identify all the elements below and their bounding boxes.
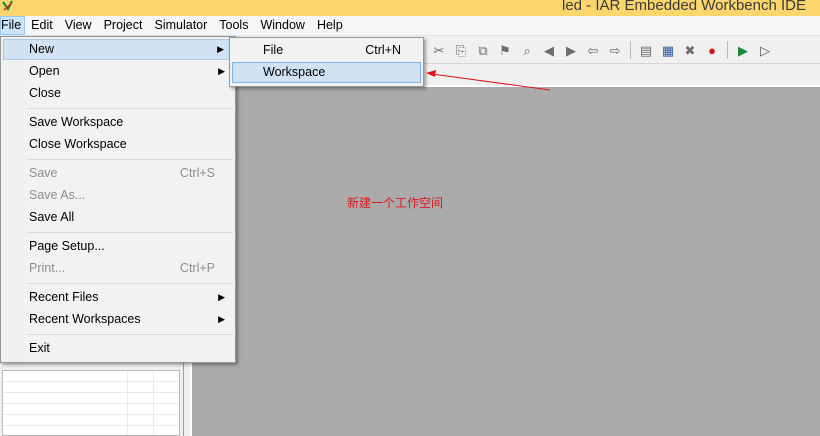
menu-item-label: New (29, 42, 55, 56)
file-menu-save[interactable]: Save Ctrl+S (3, 163, 233, 184)
app-icon (2, 0, 13, 12)
menu-item-label: Exit (29, 341, 50, 355)
menu-help[interactable]: Help (311, 16, 349, 35)
menu-separator (27, 159, 233, 160)
download-debug-icon[interactable]: ▶ (734, 41, 752, 59)
file-menu-close-workspace[interactable]: Close Workspace (3, 134, 233, 155)
menu-separator (27, 108, 233, 109)
file-menu-close[interactable]: Close (3, 83, 233, 104)
annotation-arrow (426, 70, 551, 91)
new-submenu-workspace[interactable]: Workspace (232, 62, 421, 83)
bookmark-icon[interactable]: ⚑ (496, 41, 514, 59)
new-submenu-file[interactable]: File Ctrl+N (232, 40, 421, 61)
file-menu-page-setup[interactable]: Page Setup... (3, 236, 233, 257)
menu-item-label: Close Workspace (29, 137, 127, 151)
menu-item-label: Save Workspace (29, 115, 124, 129)
next-bookmark-icon[interactable]: ▶ (562, 41, 580, 59)
go-forward-icon[interactable]: ⇨ (606, 41, 624, 59)
window-title: led - IAR Embedded Workbench IDE (561, 0, 806, 14)
toggle-breakpoint-icon[interactable]: ● (703, 41, 721, 59)
menu-window[interactable]: Window (254, 16, 310, 35)
menu-item-shortcut: Ctrl+N (365, 43, 401, 57)
menu-tools[interactable]: Tools (213, 16, 254, 35)
menu-separator (27, 334, 233, 335)
stop-build-icon[interactable]: ✖ (681, 41, 699, 59)
editor-area[interactable] (190, 85, 820, 436)
submenu-arrow-icon: ▶ (218, 66, 225, 76)
menu-separator (27, 283, 233, 284)
file-menu-print[interactable]: Print... Ctrl+P (3, 258, 233, 279)
title-bar: led - IAR Embedded Workbench IDE (0, 0, 820, 16)
debug-icon[interactable]: ▷ (756, 41, 774, 59)
submenu-arrow-icon: ▶ (218, 314, 225, 324)
find-icon[interactable]: ⌕ (518, 41, 536, 59)
paste-icon[interactable]: ⧉ (474, 41, 492, 59)
cut-icon[interactable]: ✂ (430, 41, 448, 59)
menu-file[interactable]: File (0, 16, 26, 35)
menu-separator (27, 232, 233, 233)
annotation-note: 新建一个工作空间 (347, 196, 444, 210)
submenu-arrow-icon: ▶ (217, 44, 224, 54)
toolbar-separator (630, 41, 631, 59)
menu-item-label: Close (29, 86, 61, 100)
menu-view[interactable]: View (59, 16, 98, 35)
menu-item-label: Recent Workspaces (29, 312, 141, 326)
file-menu: New ▶ Open ▶ Close Save Workspace Close … (0, 36, 236, 363)
menu-item-label: Open (29, 64, 60, 78)
file-menu-save-workspace[interactable]: Save Workspace (3, 112, 233, 133)
toolbar-separator (727, 41, 728, 59)
menu-item-label: Save All (29, 210, 75, 224)
prev-bookmark-icon[interactable]: ◀ (540, 41, 558, 59)
menu-item-label: Page Setup... (29, 239, 105, 253)
menu-simulator[interactable]: Simulator (148, 16, 213, 35)
compile-icon[interactable]: ▤ (637, 41, 655, 59)
menu-item-label: Workspace (263, 65, 326, 79)
file-menu-save-all[interactable]: Save All (3, 207, 233, 228)
new-submenu: File Ctrl+N Workspace (229, 37, 424, 87)
make-icon[interactable]: ▦ (659, 41, 677, 59)
menu-item-label: Print... (29, 261, 66, 275)
menu-project[interactable]: Project (98, 16, 149, 35)
file-menu-save-as[interactable]: Save As... (3, 185, 233, 206)
submenu-arrow-icon: ▶ (218, 292, 225, 302)
file-menu-recent-files[interactable]: Recent Files ▶ (3, 287, 233, 308)
file-menu-exit[interactable]: Exit (3, 338, 233, 359)
file-menu-new[interactable]: New ▶ (3, 39, 233, 60)
copy-icon[interactable]: ⎘ (452, 41, 470, 59)
file-menu-open[interactable]: Open ▶ (3, 61, 233, 82)
file-menu-recent-workspaces[interactable]: Recent Workspaces ▶ (3, 309, 233, 330)
menu-item-label: Save As... (29, 188, 86, 202)
workspace-file-list[interactable] (2, 370, 180, 436)
menu-item-label: File (263, 43, 284, 57)
menu-item-label: Recent Files (29, 290, 99, 304)
menu-bar: File Edit View Project Simulator Tools W… (0, 16, 820, 36)
menu-item-label: Save (29, 166, 58, 180)
menu-edit[interactable]: Edit (25, 16, 59, 35)
go-back-icon[interactable]: ⇦ (584, 41, 602, 59)
menu-item-shortcut: Ctrl+S (179, 166, 215, 180)
menu-item-shortcut: Ctrl+P (179, 261, 215, 275)
